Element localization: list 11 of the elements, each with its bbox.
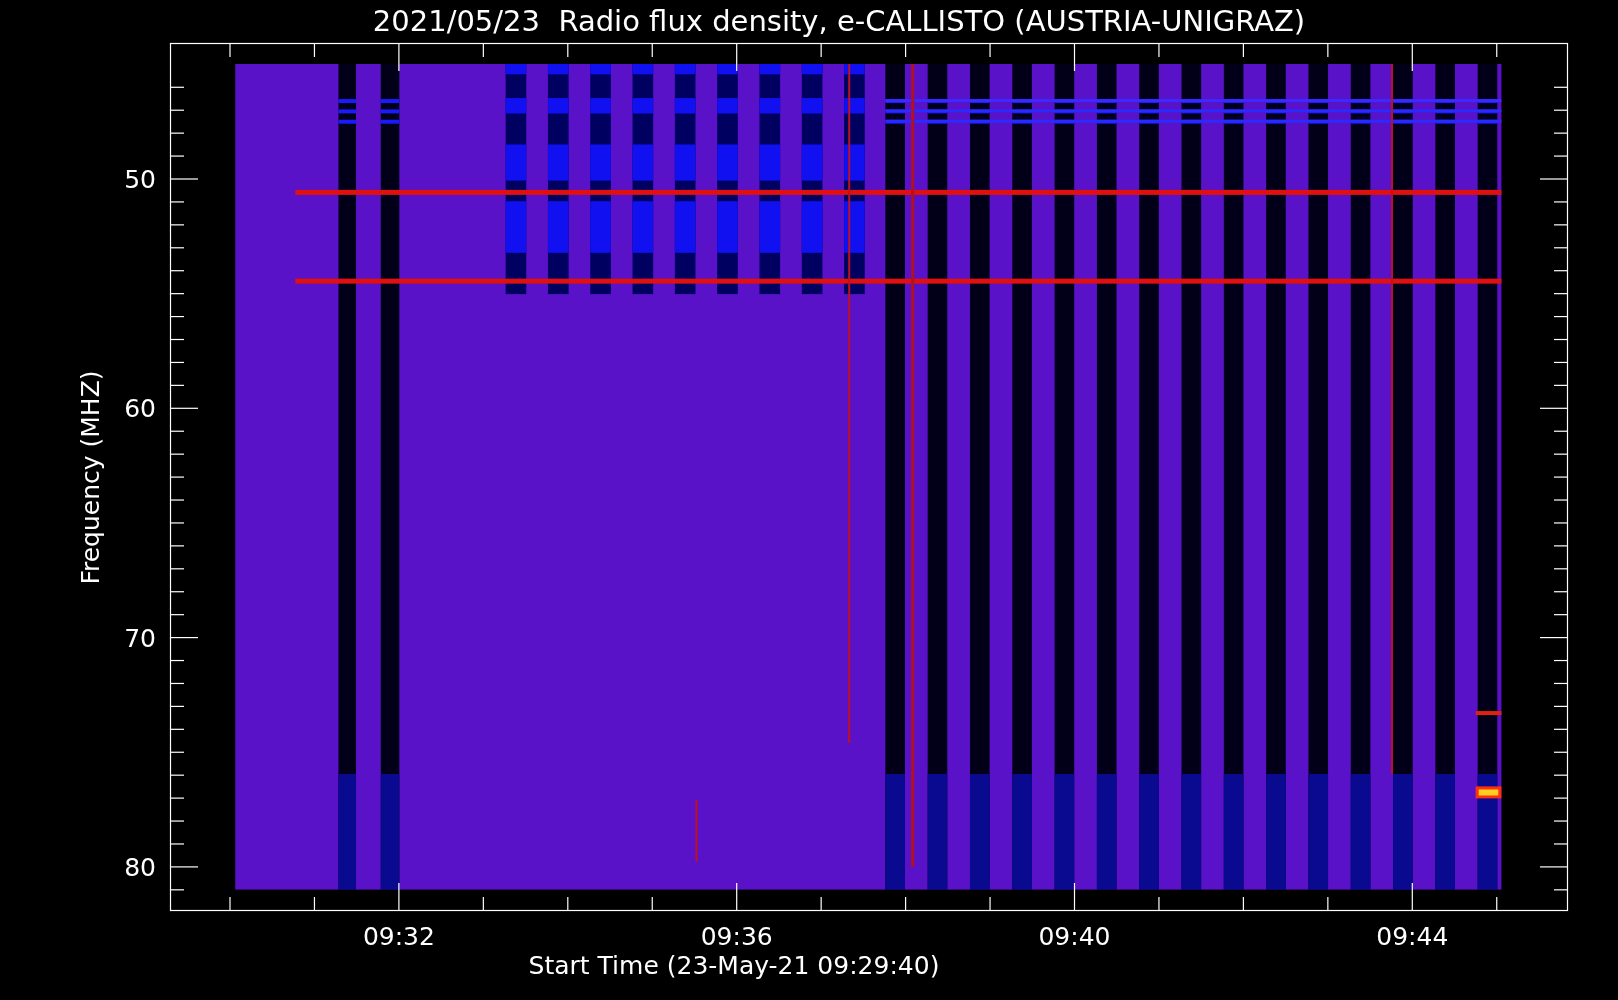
x-axis-title: Start Time (23-May-21 09:29:40) (528, 951, 941, 980)
y-tick-label: 50 (124, 165, 156, 194)
x-tick-label: 09:44 (1376, 922, 1449, 951)
chart-title: 2021/05/23 Radio flux density, e-CALLISTO (AUSTRIA-UNIGRAZ) (371, 7, 1306, 36)
x-tick-label: 09:40 (1038, 922, 1111, 951)
x-tick-label: 09:36 (700, 922, 773, 951)
x-tick-label: 09:32 (362, 922, 435, 951)
y-tick-label: 80 (124, 852, 156, 882)
y-axis-title: Frequency (MHZ) (75, 369, 105, 585)
y-tick-label: 70 (124, 623, 156, 653)
y-tick-label: 60 (124, 394, 156, 424)
